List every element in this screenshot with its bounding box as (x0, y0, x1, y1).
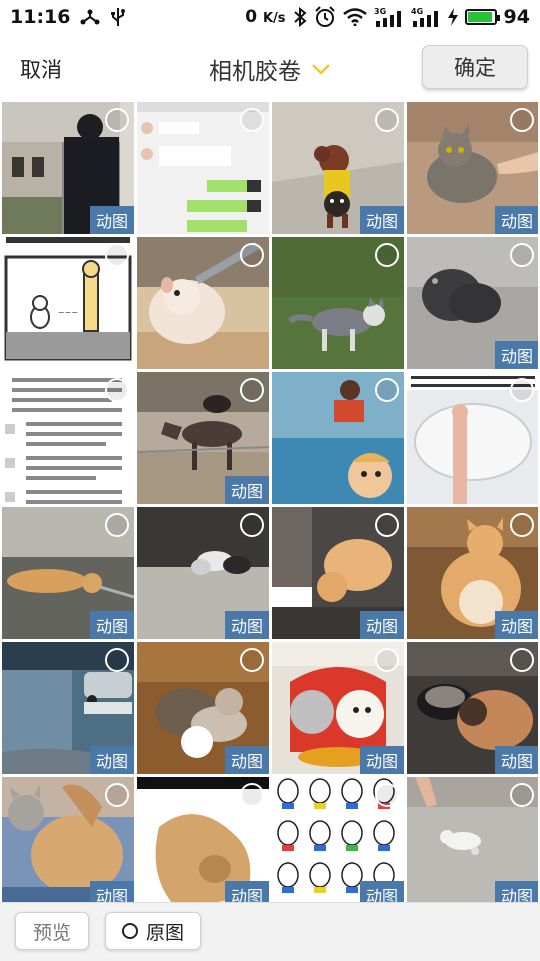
select-circle-icon[interactable] (510, 648, 534, 672)
bottom-bar: 预览 原图 (0, 902, 540, 961)
battery-percent: 94 (503, 6, 530, 28)
photo-tile[interactable]: 动图 (137, 372, 269, 504)
photo-tile[interactable]: 动图 (2, 507, 134, 639)
photo-tile[interactable]: 动图 (2, 102, 134, 234)
select-circle-icon[interactable] (240, 648, 264, 672)
app-header: 取消 相机胶卷 确定 (0, 34, 540, 100)
photo-tile[interactable] (137, 237, 269, 369)
photo-tile[interactable] (272, 237, 404, 369)
radio-circle-icon (121, 923, 138, 939)
gif-badge: 动图 (90, 881, 134, 902)
select-circle-icon[interactable] (510, 108, 534, 132)
battery-icon (464, 9, 500, 25)
photo-grid: 动图 动图 动图 ~~~ 动图 动图 动图 动图 动图 动图 动图 动图 动图 动图 动图 动图 动图 动图 (2, 102, 538, 902)
confirm-button[interactable]: 确定 (422, 45, 528, 89)
gif-badge: 动图 (90, 206, 134, 234)
select-circle-icon[interactable] (240, 108, 264, 132)
photo-tile[interactable] (407, 372, 538, 504)
gif-badge: 动图 (495, 746, 538, 774)
select-circle-icon[interactable] (105, 648, 129, 672)
original-image-label: 原图 (145, 921, 184, 944)
gif-badge: 动图 (495, 881, 538, 902)
select-circle-icon[interactable] (105, 783, 129, 807)
photo-tile[interactable]: 动图 (2, 777, 134, 902)
usb-tree-icon (80, 8, 100, 26)
select-circle-icon[interactable] (105, 513, 129, 537)
select-circle-icon[interactable] (240, 783, 264, 807)
photo-tile[interactable]: 动图 (407, 777, 538, 902)
photo-tile[interactable] (2, 372, 134, 504)
svg-text:3G: 3G (374, 7, 386, 16)
status-bar-right: 0 K/s 3G 4G 94 (245, 6, 530, 28)
album-dropdown[interactable]: 相机胶卷 (209, 52, 331, 86)
photo-tile[interactable]: 动图 (272, 642, 404, 774)
status-time: 11:16 (10, 6, 71, 28)
select-circle-icon[interactable] (375, 378, 399, 402)
gif-badge: 动图 (225, 476, 269, 504)
photo-tile[interactable]: 动图 (2, 642, 134, 774)
chevron-down-icon (311, 63, 331, 75)
photo-tile[interactable]: ~~~ (2, 237, 134, 369)
gif-badge: 动图 (495, 341, 538, 369)
select-circle-icon[interactable] (375, 648, 399, 672)
photo-tile[interactable]: 动图 (407, 642, 538, 774)
bluetooth-icon (293, 7, 307, 27)
select-circle-icon[interactable] (375, 783, 399, 807)
select-circle-icon[interactable] (510, 513, 534, 537)
photo-tile[interactable]: 动图 (137, 777, 269, 902)
status-bar-left: 11:16 (10, 6, 126, 28)
gif-badge: 动图 (90, 746, 134, 774)
gif-badge: 动图 (360, 611, 404, 639)
select-circle-icon[interactable] (240, 513, 264, 537)
gif-badge: 动图 (225, 881, 269, 902)
select-circle-icon[interactable] (105, 108, 129, 132)
gif-badge: 动图 (495, 611, 538, 639)
charging-icon (447, 8, 458, 26)
status-bar: 11:16 0 K/s 3G 4G 94 (0, 0, 540, 34)
album-title: 相机胶卷 (209, 59, 301, 85)
usb-icon (110, 7, 126, 27)
alarm-icon (314, 6, 336, 28)
photo-tile[interactable]: 动图 (272, 777, 404, 902)
battery-fill (467, 12, 492, 22)
select-circle-icon[interactable] (510, 378, 534, 402)
photo-tile[interactable]: 动图 (407, 102, 538, 234)
svg-text:~~~: ~~~ (58, 308, 78, 317)
select-circle-icon[interactable] (240, 378, 264, 402)
original-image-toggle[interactable]: 原图 (105, 912, 201, 950)
photo-tile[interactable] (272, 372, 404, 504)
select-circle-icon[interactable] (375, 513, 399, 537)
wifi-icon (342, 8, 367, 26)
photo-tile[interactable]: 动图 (407, 237, 538, 369)
select-circle-icon[interactable] (105, 378, 129, 402)
signal-4g-icon: 4G (411, 7, 441, 27)
photo-tile[interactable]: 动图 (407, 507, 538, 639)
photo-tile[interactable]: 动图 (137, 507, 269, 639)
gif-badge: 动图 (225, 746, 269, 774)
gif-badge: 动图 (495, 206, 538, 234)
net-speed-value: 0 K/s (245, 7, 286, 27)
gif-badge: 动图 (225, 611, 269, 639)
preview-button[interactable]: 预览 (15, 912, 89, 950)
photo-tile[interactable]: 动图 (272, 102, 404, 234)
gif-badge: 动图 (90, 611, 134, 639)
gif-badge: 动图 (360, 746, 404, 774)
svg-text:4G: 4G (411, 7, 423, 16)
select-circle-icon[interactable] (375, 108, 399, 132)
select-circle-icon[interactable] (105, 243, 129, 267)
gif-badge: 动图 (360, 881, 404, 902)
photo-tile[interactable] (137, 102, 269, 234)
signal-3g-icon: 3G (374, 7, 404, 27)
photo-tile[interactable]: 动图 (137, 642, 269, 774)
photo-tile[interactable]: 动图 (272, 507, 404, 639)
gif-badge: 动图 (360, 206, 404, 234)
select-circle-icon[interactable] (375, 243, 399, 267)
select-circle-icon[interactable] (510, 243, 534, 267)
select-circle-icon[interactable] (240, 243, 264, 267)
select-circle-icon[interactable] (510, 783, 534, 807)
